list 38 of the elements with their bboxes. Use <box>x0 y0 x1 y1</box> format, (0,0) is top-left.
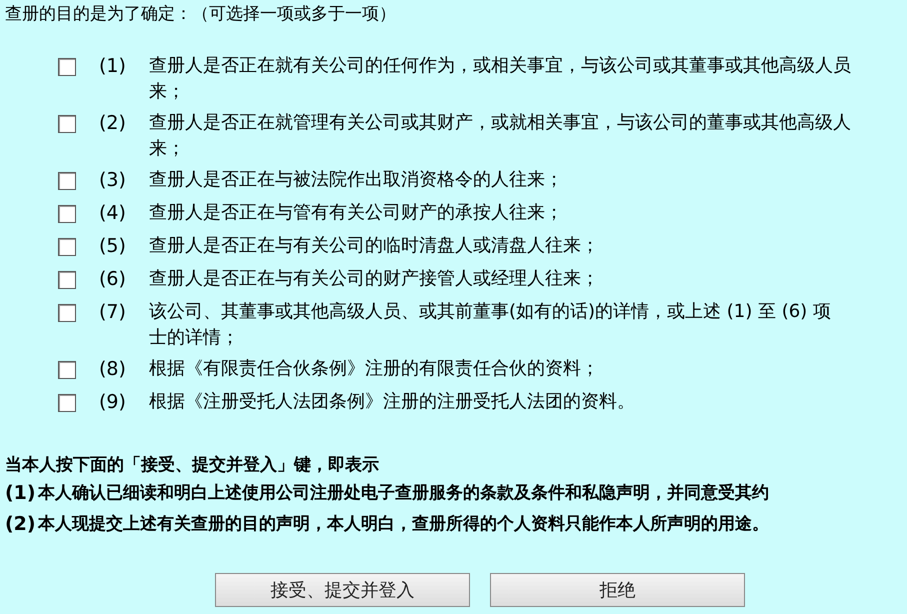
checkbox[interactable] <box>58 172 76 190</box>
option-text: 该公司、其董事或其他高级人员、或其前董事(如有的话)的详情，或上述 (1) 至 (6) 项 <box>149 300 831 324</box>
option-number: (6) <box>99 267 127 292</box>
option-text: 士的详情； <box>149 326 240 350</box>
purpose-heading: 查册的目的是为了确定：（可选择一项或多于一项） <box>5 3 397 25</box>
option-text: 查册人是否正在与被法院作出取消资格令的人往来； <box>149 168 563 192</box>
checkbox[interactable] <box>58 394 76 412</box>
option-number: (9) <box>99 390 127 415</box>
checkbox[interactable] <box>58 304 76 322</box>
option-text: 来； <box>149 80 186 104</box>
declaration-text: 本人现提交上述有关查册的目的声明，本人明白，查册所得的个人资料只能作本人所声明的用途。 <box>38 513 769 536</box>
checkbox[interactable] <box>58 361 76 379</box>
option-text: 查册人是否正在与有关公司的财产接管人或经理人往来； <box>149 267 599 291</box>
option-text: 根据《有限责任合伙条例》注册的有限责任合伙的资料； <box>149 357 599 381</box>
checkbox[interactable] <box>58 205 76 223</box>
option-text: 来； <box>149 137 186 161</box>
declaration-number: (2) <box>5 512 37 537</box>
option-text: 根据《注册受托人法团条例》注册的注册受托人法团的资料。 <box>149 390 635 414</box>
option-number: (3) <box>99 168 127 193</box>
checkbox[interactable] <box>58 238 76 256</box>
accept-button[interactable]: 接受、提交并登入 <box>215 573 470 607</box>
declaration-number: (1) <box>5 481 37 506</box>
decline-button[interactable]: 拒绝 <box>490 573 745 607</box>
option-number: (7) <box>99 300 127 325</box>
option-number: (5) <box>99 234 127 259</box>
option-text: 查册人是否正在与管有有关公司财产的承按人往来； <box>149 201 563 225</box>
option-number: (4) <box>99 201 127 226</box>
option-text: 查册人是否正在就有关公司的任何作为，或相关事宜，与该公司或其董事或其他高级人员 <box>149 54 851 78</box>
option-number: (1) <box>99 54 127 79</box>
declaration-intro: 当本人按下面的「接受、提交并登入」键，即表示 <box>5 454 380 477</box>
option-text: 查册人是否正在就管理有关公司或其财产，或就相关事宜，与该公司的董事或其他高级人 <box>149 111 851 135</box>
declaration-text: 本人确认已细读和明白上述使用公司注册处电子查册服务的条款及条件和私隐声明，并同意受其约 <box>38 482 769 505</box>
option-number: (8) <box>99 357 127 382</box>
checkbox[interactable] <box>58 115 76 133</box>
checkbox[interactable] <box>58 271 76 289</box>
option-number: (2) <box>99 111 127 136</box>
checkbox[interactable] <box>58 58 76 76</box>
option-text: 查册人是否正在与有关公司的临时清盘人或清盘人往来； <box>149 234 599 258</box>
